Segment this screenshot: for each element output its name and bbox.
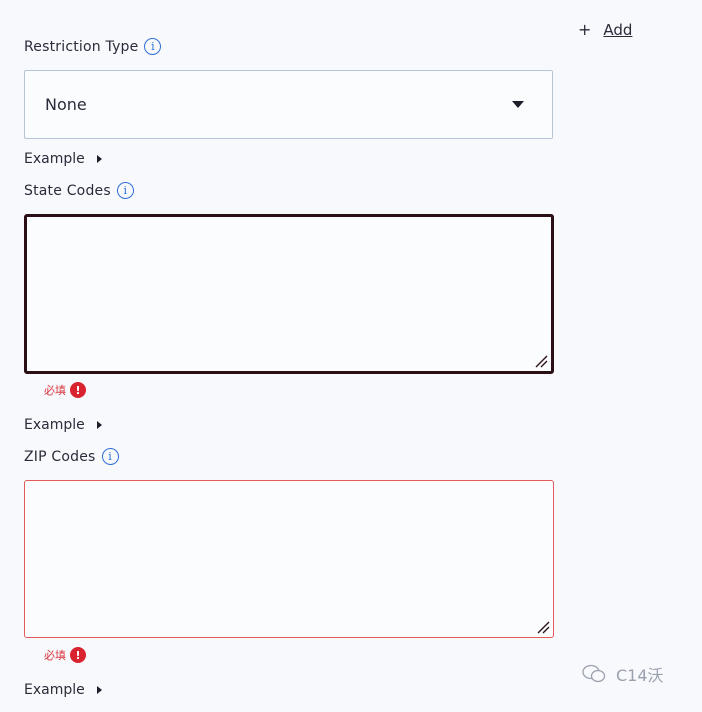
example-toggle-zip[interactable]: Example <box>24 682 102 698</box>
caret-right-icon <box>96 421 102 429</box>
caret-down-icon <box>512 101 524 108</box>
caret-right-icon <box>96 155 102 163</box>
zip-codes-error-text: 必填 <box>44 649 66 662</box>
restriction-type-label: Restriction Type i <box>24 38 162 55</box>
plus-icon: + <box>578 20 592 39</box>
watermark: C14沃 <box>582 662 664 686</box>
example-label: Example <box>24 682 85 698</box>
example-toggle-restriction[interactable]: Example <box>24 151 102 167</box>
state-codes-textarea[interactable] <box>24 214 554 374</box>
restriction-type-selected-value: None <box>45 95 87 114</box>
example-label: Example <box>24 417 85 433</box>
info-icon[interactable]: i <box>101 448 119 465</box>
resize-handle-icon[interactable] <box>536 620 550 634</box>
watermark-text: C14沃 <box>616 666 664 685</box>
state-codes-label: State Codes i <box>24 182 134 199</box>
example-toggle-state[interactable]: Example <box>24 417 102 433</box>
zip-codes-error: 必填 ! <box>44 647 86 663</box>
example-label: Example <box>24 151 85 167</box>
error-icon: ! <box>70 647 86 663</box>
info-icon[interactable]: i <box>116 182 134 199</box>
restriction-type-select[interactable]: None <box>24 70 553 139</box>
resize-handle-icon[interactable] <box>534 354 548 368</box>
caret-right-icon <box>96 686 102 694</box>
error-icon: ! <box>70 382 86 398</box>
wechat-icon <box>582 664 606 683</box>
state-codes-label-text: State Codes <box>24 182 111 199</box>
zip-codes-label-text: ZIP Codes <box>24 448 96 465</box>
zip-codes-label: ZIP Codes i <box>24 448 119 465</box>
add-link[interactable]: + Add <box>578 20 632 39</box>
zip-codes-textarea[interactable] <box>24 480 554 638</box>
restriction-type-label-text: Restriction Type <box>24 38 139 55</box>
state-codes-error-text: 必填 <box>44 384 66 397</box>
info-icon[interactable]: i <box>144 38 162 55</box>
add-label[interactable]: Add <box>603 21 632 39</box>
state-codes-error: 必填 ! <box>44 382 86 398</box>
